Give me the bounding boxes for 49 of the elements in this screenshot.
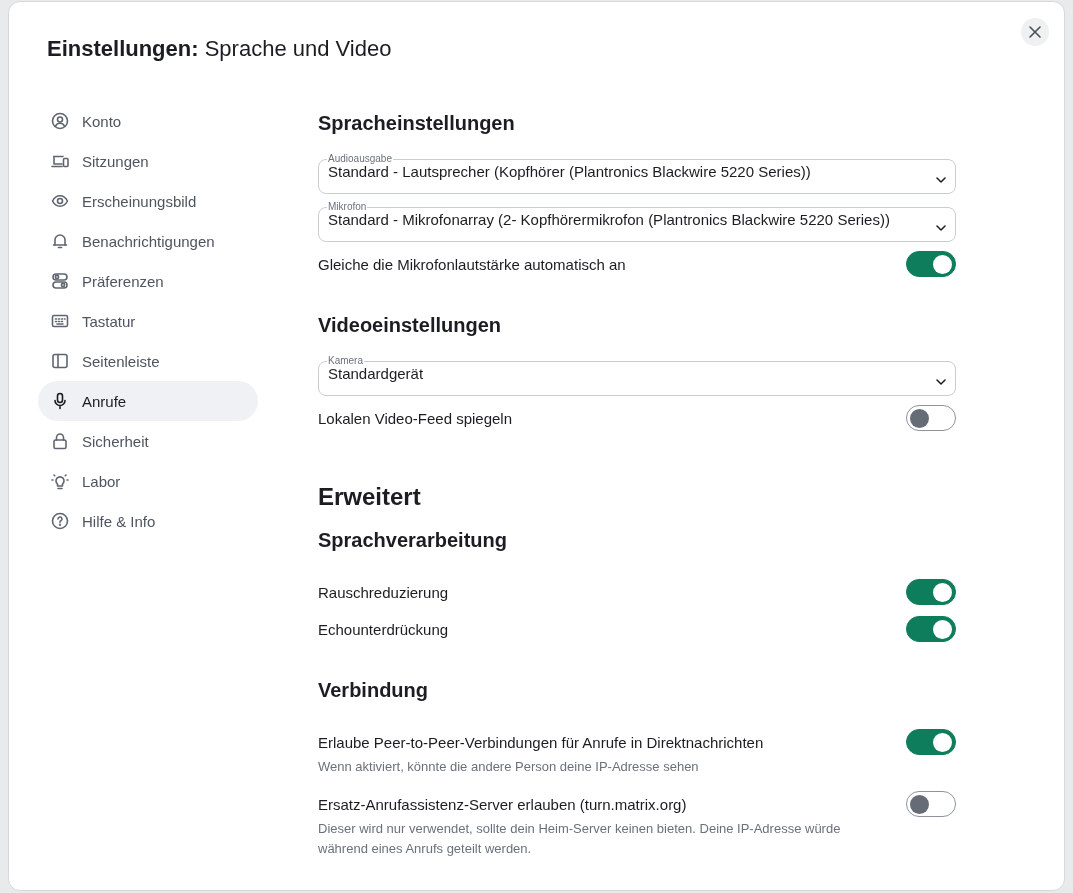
dialog-title: Einstellungen: Sprache und Video [47, 35, 392, 63]
section-heading: Verbindung [318, 678, 429, 703]
setting-label: Ersatz-Anrufassistenz-Server erlauben (turn.matrix.org) [318, 795, 687, 813]
chevron-down-icon [936, 379, 946, 385]
sidebar-item[interactable]: Sicherheit [38, 421, 258, 461]
toggle-switch[interactable] [906, 579, 956, 605]
lock-icon [51, 432, 69, 450]
microphone-icon [51, 392, 69, 410]
sidebar-item[interactable]: Erscheinungsbild [38, 181, 258, 221]
setting-label: Lokalen Video-Feed spiegeln [318, 409, 513, 427]
sidebar-icon [51, 352, 69, 370]
toggles-icon [51, 272, 69, 290]
toggle-switch[interactable] [906, 791, 956, 817]
toggle-switch[interactable] [906, 729, 956, 755]
sidebar-item[interactable]: Hilfe & Info [38, 501, 258, 541]
section-title: Erweitert [318, 482, 422, 512]
section-heading: Spracheinstellungen [318, 111, 516, 136]
setting-description: Dieser wird nur verwendet, sollte dein Heim-Server keinen bieten. Deine IP-Adresse würde während eines Anrufs geteilt werden. [318, 820, 842, 858]
sidebar-item[interactable]: Anrufe [38, 381, 258, 421]
setting-label: Erlaube Peer-to-Peer-Verbindungen für Anrufe in Direktnachrichten [318, 733, 764, 751]
chevron-down-icon [936, 177, 946, 183]
setting-label: Echounterdrückung [318, 620, 449, 638]
sidebar-item[interactable]: Tastatur [38, 301, 258, 341]
sidebar-item[interactable]: Präferenzen [38, 261, 258, 301]
help-icon [51, 512, 69, 530]
toggle-switch[interactable] [906, 616, 956, 642]
sidebar-item[interactable]: Benachrichtigungen [38, 221, 258, 261]
eye-icon [51, 192, 69, 210]
bell-icon [51, 232, 69, 250]
toggle-switch[interactable] [906, 405, 956, 431]
dropdown-field[interactable]: Kamera Standardgerät [318, 356, 956, 396]
setting-description: Wenn aktiviert, könnte die andere Person deine IP-Adresse sehen [318, 758, 700, 776]
setting-label: Gleiche die Mikrofonlautstärke automatisch an [318, 255, 626, 273]
sidebar-item[interactable]: Seitenleiste [38, 341, 258, 381]
dropdown-field[interactable]: Mikrofon Standard - Mikrofonarray (2- Kopfhörermikrofon (Plantronics Blackwire 5220 Series)) [318, 202, 956, 242]
sidebar-item[interactable]: Labor [38, 461, 258, 501]
chevron-down-icon [936, 225, 946, 231]
keyboard-icon [51, 312, 69, 330]
toggle-switch[interactable] [906, 251, 956, 277]
setting-label: Rauschreduzierung [318, 583, 449, 601]
lightbulb-icon [51, 472, 69, 490]
sidebar-item[interactable]: Sitzungen [38, 141, 258, 181]
account-icon [51, 112, 69, 130]
close-icon [1029, 26, 1041, 38]
dropdown-field[interactable]: Audioausgabe Standard - Lautsprecher (Kopfhörer (Plantronics Blackwire 5220 Series)) [318, 154, 956, 194]
section-heading: Videoeinstellungen [318, 313, 502, 338]
close-button[interactable] [1021, 18, 1049, 46]
sidebar-item[interactable]: Konto [38, 101, 258, 141]
section-heading: Sprachverarbeitung [318, 528, 508, 553]
